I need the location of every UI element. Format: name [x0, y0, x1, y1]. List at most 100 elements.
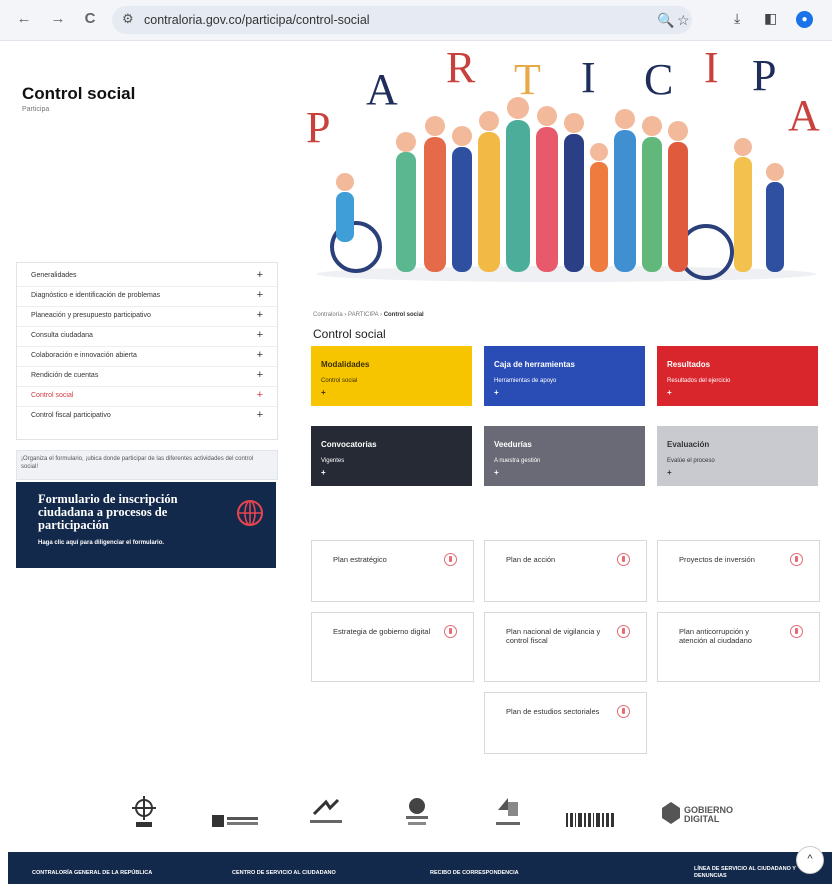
- globe-icon: [237, 500, 263, 526]
- plan-card-label: Plan de acción: [506, 555, 556, 564]
- plan-card-anticorrupcion[interactable]: Plan anticorrupción y atención al ciudad…: [657, 612, 820, 682]
- menu-item-generalidades[interactable]: Generalidades +: [17, 267, 277, 287]
- tile-resultados[interactable]: Resultados Resultados del ejercicio +: [657, 346, 818, 406]
- plan-card-label: Plan anticorrupción y atención al ciudad…: [679, 627, 752, 645]
- tile-title: Resultados: [667, 360, 711, 369]
- info-circle-icon: [444, 625, 457, 638]
- tile-subtitle: Resultados del ejercicio: [667, 378, 731, 384]
- plan-card-inversion[interactable]: Proyectos de inversión: [657, 540, 820, 602]
- footer-link[interactable]: RECIBO DE CORRESPONDENCIA: [430, 870, 519, 876]
- profile-avatar-icon[interactable]: ●: [796, 11, 813, 28]
- menu-item-consulta[interactable]: Consulta ciudadana +: [17, 327, 277, 347]
- tile-veedurias[interactable]: Veedurías A nuestra gestión +: [484, 426, 645, 486]
- back-button[interactable]: ←: [14, 9, 34, 29]
- side-menu: Generalidades + Diagnóstico e identificac…: [16, 262, 278, 440]
- menu-item-control-fiscal[interactable]: Control fiscal participativo +: [17, 407, 277, 426]
- menu-item-colaboracion[interactable]: Colaboración e innovación abierta +: [17, 347, 277, 367]
- tile-plus-icon: +: [667, 388, 672, 397]
- plan-card-label: Plan estratégico: [333, 555, 387, 564]
- url-text[interactable]: contraloria.gov.co/participa/control-soc…: [144, 13, 370, 27]
- plan-card-estudios[interactable]: Plan de estudios sectoriales: [484, 692, 647, 754]
- tile-title: Modalidades: [321, 360, 370, 369]
- tile-plus-icon: +: [667, 468, 672, 477]
- barcode-logo[interactable]: [566, 804, 614, 838]
- expand-plus-icon[interactable]: +: [257, 349, 263, 361]
- side-panel-icon[interactable]: ◧: [764, 10, 777, 27]
- tile-caja-herramientas[interactable]: Caja de herramientas Herramientas de apoy…: [484, 346, 645, 406]
- expand-plus-icon[interactable]: +: [257, 389, 263, 401]
- download-icon[interactable]: ⤓: [734, 10, 740, 27]
- ministry-logo[interactable]: [490, 796, 526, 830]
- info-circle-icon: [790, 625, 803, 638]
- tile-subtitle: Vigentes: [321, 458, 345, 464]
- gobierno-digital-text: GOBIERNO DIGITAL: [684, 805, 734, 824]
- expand-plus-icon[interactable]: +: [257, 329, 263, 341]
- info-circle-icon: [790, 553, 803, 566]
- hero-letter: I: [581, 53, 596, 102]
- hero-letter: T: [514, 55, 541, 104]
- expand-plus-icon[interactable]: +: [257, 309, 263, 321]
- tile-evaluacion[interactable]: Evaluación Evalúe el proceso +: [657, 426, 818, 486]
- menu-item-rendicion[interactable]: Rendición de cuentas +: [17, 367, 277, 387]
- expand-plus-icon[interactable]: +: [257, 289, 263, 301]
- footer-link[interactable]: CONTRALORÍA GENERAL DE LA REPÚBLICA: [32, 870, 152, 876]
- hero-letter: A: [366, 65, 398, 114]
- plan-card-vigilancia[interactable]: Plan nacional de vigilancia y control fi…: [484, 612, 647, 682]
- form-card-link[interactable]: Haga clic aquí para diligenciar el formu…: [38, 540, 164, 546]
- section-title: Control social: [313, 327, 386, 341]
- menu-item-planeacion[interactable]: Planeación y presupuesto participativo +: [17, 307, 277, 327]
- gobierno-digital-logo[interactable]: GOBIERNO DIGITAL: [660, 800, 750, 828]
- hero-participa-illustration: P A R T I C I P A: [306, 43, 820, 282]
- tile-subtitle: Control social: [321, 378, 358, 384]
- page-title: Control social: [22, 84, 136, 103]
- breadcrumb-path[interactable]: Contraloría › PARTICIPA ›: [313, 312, 384, 318]
- plan-card-label: Plan de estudios sectoriales: [506, 707, 600, 716]
- footer: CONTRALORÍA GENERAL DE LA REPÚBLICA CENT…: [8, 852, 832, 884]
- tile-convocatorias[interactable]: Convocatorias Vigentes +: [311, 426, 472, 486]
- footer-link[interactable]: CENTRO DE SERVICIO AL CIUDADANO: [232, 870, 336, 876]
- breadcrumb: Contraloría › PARTICIPA › Control social: [313, 312, 424, 318]
- expand-plus-icon[interactable]: +: [257, 409, 263, 421]
- tile-title: Evaluación: [667, 440, 710, 449]
- tile-plus-icon: +: [321, 468, 326, 477]
- hero-letter: R: [446, 43, 476, 92]
- tile-title: Veedurías: [494, 440, 532, 449]
- tile-title: Caja de herramientas: [494, 360, 575, 369]
- crowd-figures: [316, 97, 816, 282]
- menu-item-label: Control fiscal participativo: [31, 412, 111, 419]
- tile-modalidades[interactable]: Modalidades Control social +: [311, 346, 472, 406]
- browser-toolbar: ← → C ⚙ contraloria.gov.co/participa/con…: [0, 0, 832, 41]
- expand-plus-icon[interactable]: +: [257, 269, 263, 281]
- menu-item-label: Colaboración e innovación abierta: [31, 352, 137, 359]
- footer-link[interactable]: LÍNEA DE SERVICIO AL CIUDADANO Y DENUNCI…: [694, 866, 814, 880]
- menu-item-diagnostico[interactable]: Diagnóstico e identificación de problema…: [17, 287, 277, 307]
- menu-item-label: Rendición de cuentas: [31, 372, 99, 379]
- forward-button[interactable]: →: [48, 9, 68, 29]
- institution-logo[interactable]: [212, 804, 258, 838]
- auditoria-logo[interactable]: [306, 796, 346, 830]
- menu-item-label: Consulta ciudadana: [31, 332, 93, 339]
- registration-form-card[interactable]: Formulario de inscripción ciudadana a pr…: [16, 482, 276, 568]
- plan-card-estrategico[interactable]: Plan estratégico: [311, 540, 474, 602]
- info-circle-icon: [617, 705, 630, 718]
- reload-button[interactable]: C: [80, 9, 100, 29]
- info-notice-text: ¡Organiza el formulario, ¡ubica donde pa…: [21, 456, 254, 470]
- entity-logo[interactable]: [398, 796, 436, 830]
- plan-card-accion[interactable]: Plan de acción: [484, 540, 647, 602]
- scroll-top-button[interactable]: ^: [796, 846, 824, 874]
- address-bar[interactable]: ⚙ contraloria.gov.co/participa/control-s…: [112, 6, 692, 34]
- expand-plus-icon[interactable]: +: [257, 369, 263, 381]
- bookmark-star-icon[interactable]: ☆: [677, 12, 690, 29]
- escudo-logo[interactable]: [126, 796, 162, 830]
- plan-card-gobierno-digital[interactable]: Estrategia de gobierno digital: [311, 612, 474, 682]
- info-circle-icon: [444, 553, 457, 566]
- tile-subtitle: Evalúe el proceso: [667, 458, 715, 464]
- page-subtitle: Participa: [22, 106, 50, 113]
- menu-item-label: Generalidades: [31, 272, 77, 279]
- hero-letter: A: [788, 91, 820, 140]
- menu-item-label: Diagnóstico e identificación de problema…: [31, 292, 161, 299]
- site-settings-icon[interactable]: ⚙: [122, 11, 134, 27]
- form-card-title: Formulario de inscripción ciudadana a pr…: [38, 492, 178, 532]
- zoom-icon[interactable]: 🔍: [657, 12, 674, 29]
- menu-item-control-social[interactable]: Control social +: [17, 387, 277, 407]
